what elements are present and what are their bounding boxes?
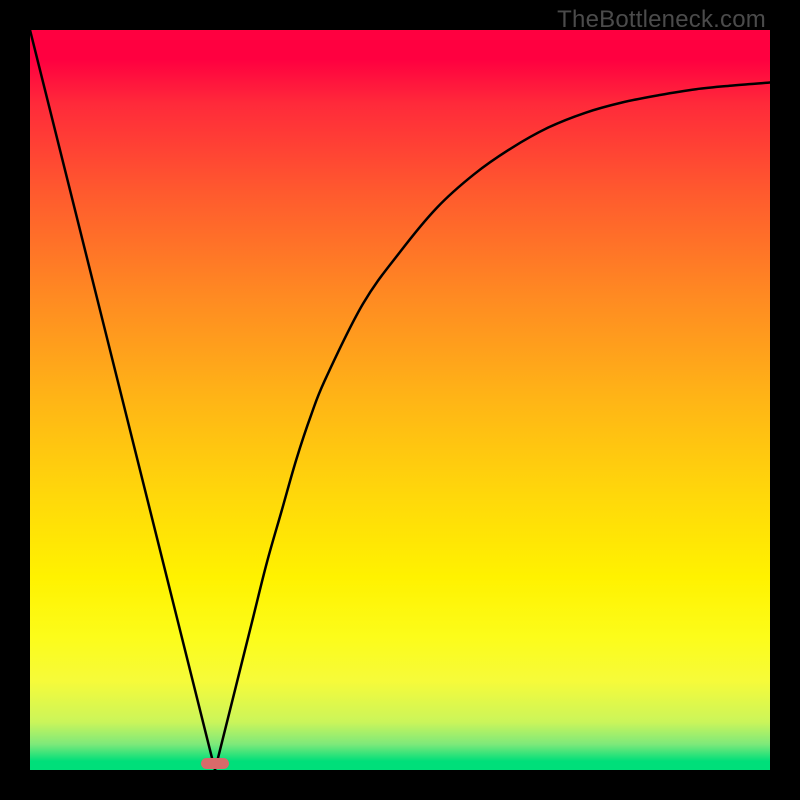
minimum-marker (201, 758, 229, 769)
plot-area (30, 30, 770, 770)
bottleneck-curve (30, 30, 770, 770)
chart-container: TheBottleneck.com (0, 0, 800, 800)
curve-layer (30, 30, 770, 770)
watermark-text: TheBottleneck.com (557, 6, 766, 34)
